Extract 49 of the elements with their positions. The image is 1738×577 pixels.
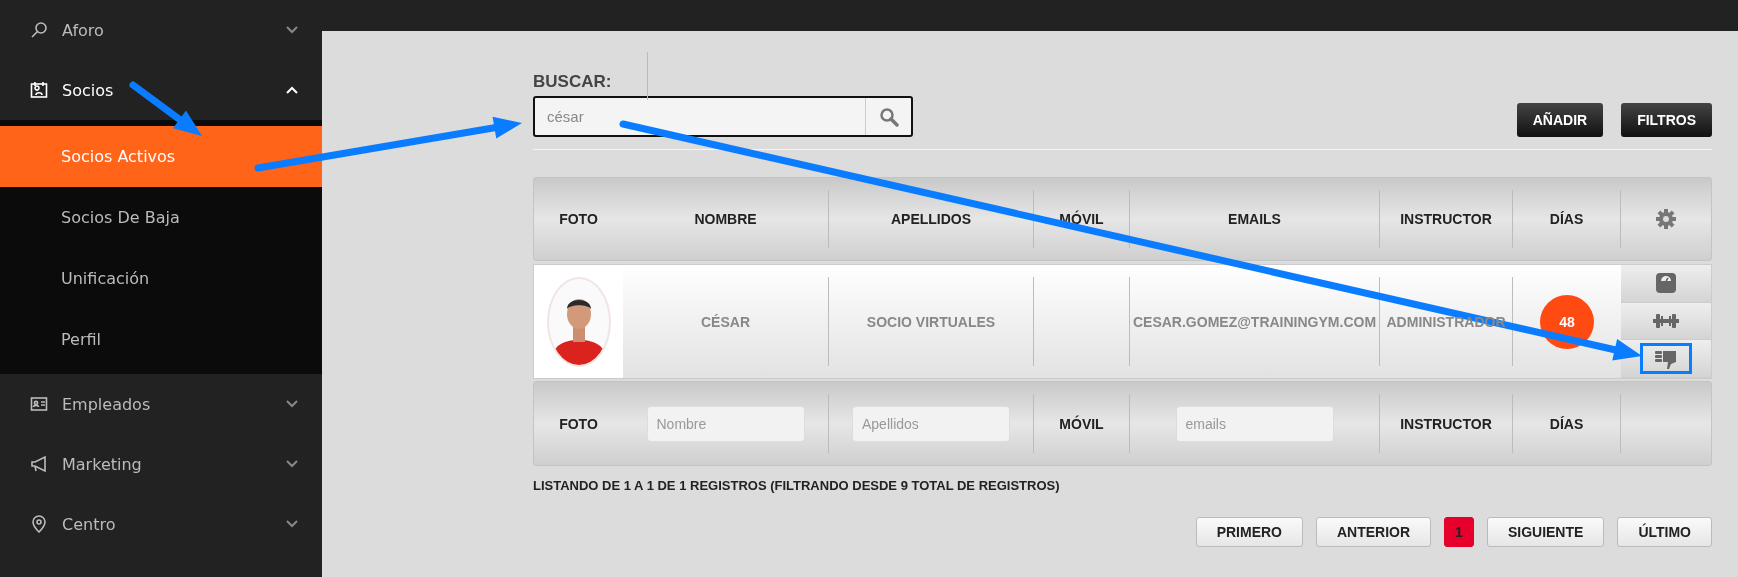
column-header: INSTRUCTOR: [1400, 211, 1492, 227]
filter-field[interactable]: Apellidos: [852, 405, 1010, 442]
column-header: FOTO: [559, 211, 598, 227]
pagination-button[interactable]: ÚLTIMO: [1617, 517, 1712, 547]
table-cell: CESAR.GOMEZ@TRAININGYM.COM: [1132, 313, 1377, 330]
column-header: NOMBRE: [694, 211, 757, 227]
column-header: MÓVIL: [1059, 415, 1104, 432]
pagination-button[interactable]: ANTERIOR: [1316, 517, 1432, 547]
submenu-item[interactable]: Unificación: [0, 248, 322, 309]
thumbs-down-button[interactable]: [1621, 340, 1711, 378]
column-header: DÍAS: [1549, 211, 1584, 227]
dumbbell-icon: [1653, 312, 1679, 330]
sidebar-item[interactable]: Marketing: [0, 434, 322, 494]
id-card-icon: [30, 395, 48, 413]
chevron-down-icon: [286, 400, 298, 408]
column-header: FOTO: [559, 415, 598, 432]
chevron-down-icon: [286, 26, 298, 34]
submenu-item[interactable]: Socios De Baja: [0, 187, 322, 248]
scale-button[interactable]: [1621, 265, 1711, 303]
chevron-down-icon: [286, 520, 298, 528]
pagination-button[interactable]: SIGUIENTE: [1486, 517, 1605, 547]
sidebar-item[interactable]: Empleados: [0, 374, 322, 434]
search-icon: [878, 106, 899, 127]
search-label: BUSCAR:: [533, 72, 613, 92]
column-header: DÍAS: [1549, 415, 1584, 432]
megaphone-icon: [30, 455, 48, 473]
column-header: APELLIDOS: [890, 211, 972, 227]
table-cell: CÉSAR: [701, 313, 750, 330]
sidebar-item[interactable]: Aforo: [0, 0, 322, 60]
sidebar-item[interactable]: Centro: [0, 494, 322, 554]
scale-icon: [1655, 272, 1677, 295]
submenu-item[interactable]: Perfil: [0, 309, 322, 370]
thumbs-down-icon: [1654, 348, 1678, 369]
records-info: LISTANDO DE 1 A 1 DE 1 REGISTROS (FILTRANDO DESDE 9 TOTAL DE REGISTROS): [533, 478, 1061, 493]
calendar-icon: [30, 81, 48, 99]
filter-field[interactable]: Nombre: [646, 405, 805, 442]
location-pin-icon: [30, 515, 48, 533]
search-icon: [30, 21, 48, 39]
sidebar-item[interactable]: Socios: [0, 60, 322, 120]
dumbbell-button[interactable]: [1621, 302, 1711, 341]
table-cell: SOCIO VIRTUALES: [866, 313, 996, 330]
chevron-down-icon: [286, 460, 298, 468]
toolbar-button[interactable]: AÑADIR: [1516, 103, 1604, 137]
column-header: INSTRUCTOR: [1400, 415, 1492, 432]
pagination-button[interactable]: PRIMERO: [1195, 517, 1303, 547]
filter-field[interactable]: emails: [1175, 405, 1334, 442]
toolbar-button[interactable]: FILTROS: [1621, 103, 1712, 137]
chevron-up-icon: [286, 86, 298, 94]
column-header: EMAILS: [1228, 211, 1281, 227]
